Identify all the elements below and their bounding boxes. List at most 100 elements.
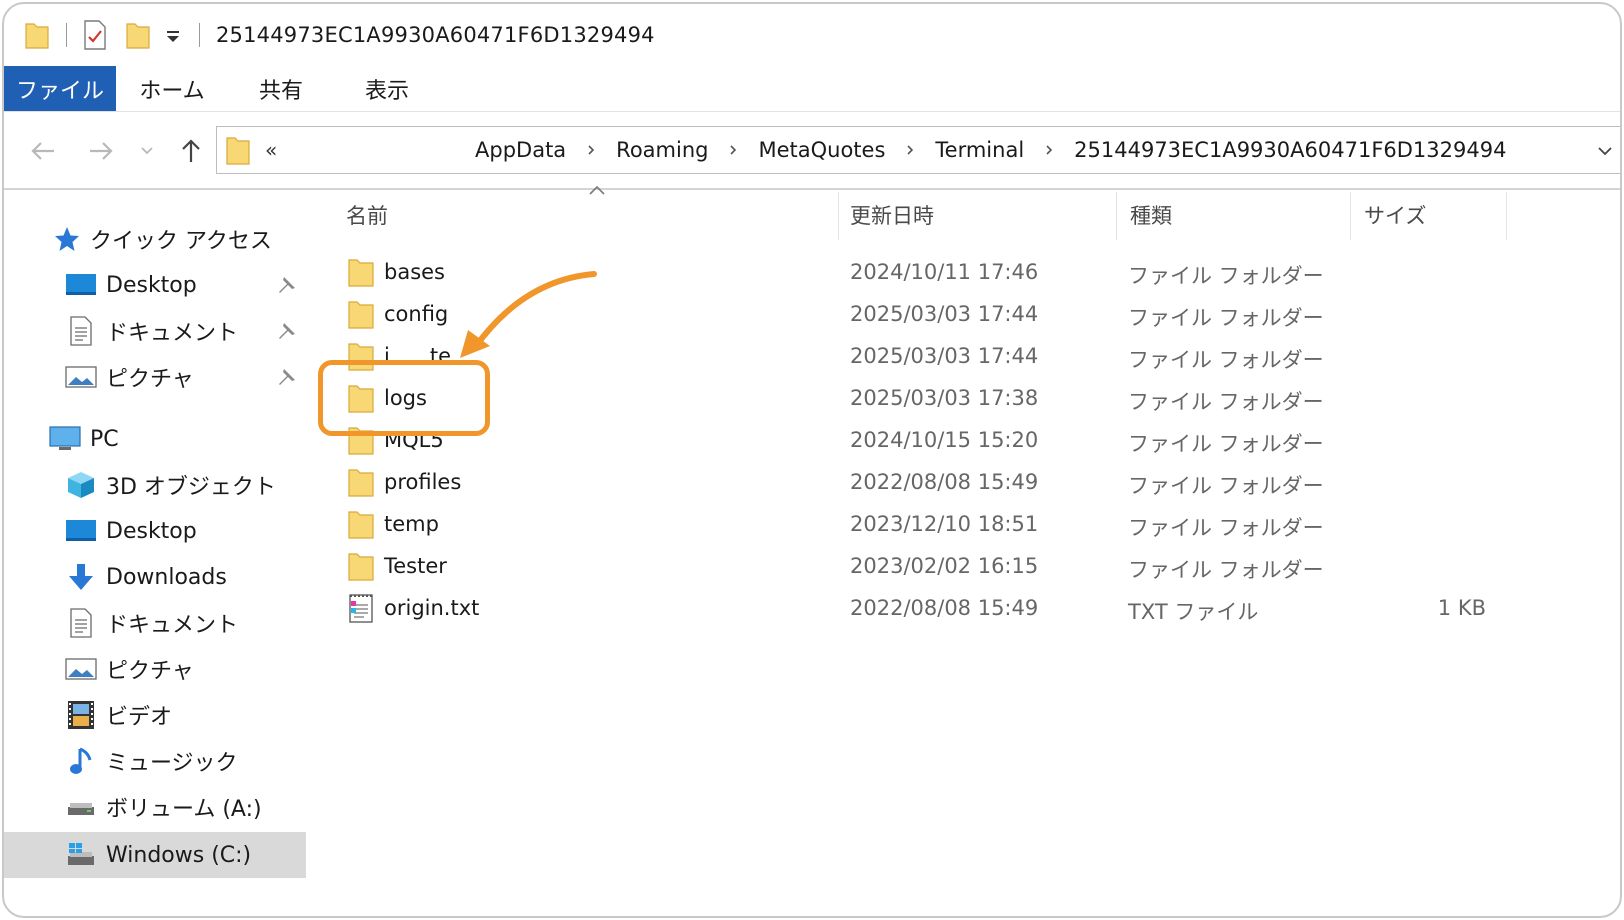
file-date: 2022/08/08 15:49 — [850, 596, 1039, 620]
file-date: 2024/10/15 15:20 — [850, 428, 1039, 452]
folder-icon — [348, 553, 374, 581]
download-icon — [64, 562, 98, 592]
sidebar-item-windows-c[interactable]: Windows (C:) — [4, 832, 306, 878]
toolbar-divider — [66, 23, 67, 47]
logs-folder-highlight — [318, 360, 490, 436]
file-row[interactable]: Tester 2023/02/02 16:15 ファイル フォルダー — [344, 546, 1504, 586]
chevron-right-icon[interactable] — [726, 143, 740, 157]
file-row[interactable]: origin.txt 2022/08/08 15:49 TXT ファイル 1 K… — [344, 588, 1504, 628]
folder-icon — [348, 259, 374, 287]
sidebar-item-desktop-pc[interactable]: Desktop — [4, 508, 306, 554]
video-icon — [64, 700, 98, 730]
column-divider[interactable] — [1116, 192, 1117, 240]
chevron-right-icon[interactable] — [584, 143, 598, 157]
forward-button[interactable] — [84, 134, 118, 168]
column-header-date[interactable]: 更新日時 — [850, 192, 1110, 238]
file-size: 1 KB — [1437, 596, 1486, 620]
recent-locations-button[interactable] — [134, 134, 160, 168]
back-button[interactable] — [26, 134, 60, 168]
arrow-left-icon — [31, 142, 54, 160]
tab-share[interactable]: 共有 — [228, 66, 334, 111]
file-type: ファイル フォルダー — [1128, 516, 1324, 540]
sidebar-item-3d-objects[interactable]: 3D オブジェクト — [4, 462, 306, 508]
file-name: temp — [384, 512, 439, 536]
file-date: 2023/12/10 18:51 — [850, 512, 1039, 536]
column-divider[interactable] — [838, 192, 839, 240]
file-date: 2025/03/03 17:44 — [850, 344, 1039, 368]
tab-file[interactable]: ファイル — [4, 66, 116, 111]
pictures-icon — [64, 654, 98, 684]
up-button[interactable] — [174, 134, 208, 168]
navigation-bar: « AppData Roaming MetaQuotes Terminal 25… — [4, 112, 1620, 190]
file-row[interactable]: MQL5 2024/10/15 15:20 ファイル フォルダー — [344, 420, 1504, 460]
sidebar-item-pictures[interactable]: ピクチャ — [4, 354, 306, 400]
breadcrumb-roaming[interactable]: Roaming — [616, 138, 708, 162]
pictures-icon — [64, 362, 98, 392]
chevron-down-icon — [141, 147, 153, 155]
column-header-size[interactable]: サイズ — [1364, 192, 1504, 238]
chevron-right-icon[interactable] — [903, 143, 917, 157]
sidebar-item-desktop[interactable]: Desktop — [4, 262, 306, 308]
sidebar-item-music[interactable]: ミュージック — [4, 738, 306, 784]
file-date: 2025/03/03 17:44 — [850, 302, 1039, 326]
file-type: ファイル フォルダー — [1128, 558, 1324, 582]
sidebar-item-label: ドキュメント — [106, 613, 239, 638]
file-date: 2024/10/11 17:46 — [850, 260, 1039, 284]
file-row-logs[interactable]: logs 2025/03/03 17:38 ファイル フォルダー — [344, 378, 1504, 418]
breadcrumb-appdata[interactable]: AppData — [475, 138, 566, 162]
properties-icon[interactable] — [83, 19, 107, 51]
new-folder-icon[interactable] — [125, 20, 151, 50]
folder-icon — [348, 511, 374, 539]
file-date: 2025/03/03 17:38 — [850, 386, 1039, 410]
sidebar-item-pictures-pc[interactable]: ピクチャ — [4, 646, 306, 692]
address-overflow[interactable]: « — [265, 138, 475, 162]
folder-icon[interactable] — [24, 20, 50, 50]
3d-objects-icon — [64, 470, 98, 500]
sidebar-item-label: クイック アクセス — [90, 229, 272, 254]
file-type: ファイル フォルダー — [1128, 264, 1324, 288]
file-name: config — [384, 302, 449, 326]
breadcrumb-current-folder[interactable]: 25144973EC1A9930A60471F6D1329494 — [1074, 138, 1506, 162]
computer-icon — [48, 424, 82, 454]
chevron-down-icon[interactable] — [1595, 141, 1615, 161]
address-bar[interactable]: « AppData Roaming MetaQuotes Terminal 25… — [216, 126, 1620, 174]
explorer-window: 25144973EC1A9930A60471F6D1329494 ファイル ホー… — [2, 2, 1622, 918]
window-title: 25144973EC1A9930A60471F6D1329494 — [216, 23, 655, 47]
sidebar-item-documents[interactable]: ドキュメント — [4, 308, 306, 354]
sidebar-item-label: ボリューム (A:) — [106, 797, 262, 822]
tab-view[interactable]: 表示 — [334, 66, 440, 111]
column-divider[interactable] — [1350, 192, 1351, 240]
sidebar-item-pc[interactable]: PC — [4, 416, 306, 462]
column-divider[interactable] — [1506, 192, 1507, 240]
file-type: ファイル フォルダー — [1128, 432, 1324, 456]
file-type: ファイル フォルダー — [1128, 390, 1324, 414]
navigation-pane: クイック アクセス Desktop ドキュメント ピクチャ PC 3D オブジェ… — [4, 192, 306, 916]
tab-home[interactable]: ホーム — [116, 66, 228, 111]
file-date: 2022/08/08 15:49 — [850, 470, 1039, 494]
file-name: profiles — [384, 470, 462, 494]
folder-icon — [348, 469, 374, 497]
sidebar-item-volume-a[interactable]: ボリューム (A:) — [4, 784, 306, 830]
file-row[interactable]: temp 2023/12/10 18:51 ファイル フォルダー — [344, 504, 1504, 544]
sidebar-item-videos[interactable]: ビデオ — [4, 692, 306, 738]
pin-icon[interactable] — [276, 320, 298, 342]
customize-quick-access-icon[interactable] — [163, 25, 183, 45]
sidebar-item-quick-access[interactable]: クイック アクセス — [4, 216, 306, 262]
column-header-type[interactable]: 種類 — [1130, 192, 1346, 238]
column-header-name[interactable]: 名前 — [346, 192, 836, 238]
pin-icon[interactable] — [276, 366, 298, 388]
chevron-right-icon[interactable] — [1042, 143, 1056, 157]
sidebar-item-label: Desktop — [106, 272, 197, 298]
title-bar: 25144973EC1A9930A60471F6D1329494 — [4, 4, 1620, 66]
windows-drive-icon — [64, 840, 98, 870]
file-name: bases — [384, 260, 446, 284]
pin-icon[interactable] — [276, 274, 298, 296]
breadcrumb-terminal[interactable]: Terminal — [935, 138, 1024, 162]
document-icon — [64, 608, 98, 638]
file-row[interactable]: profiles 2022/08/08 15:49 ファイル フォルダー — [344, 462, 1504, 502]
sidebar-item-downloads[interactable]: Downloads — [4, 554, 306, 600]
breadcrumb-metaquotes[interactable]: MetaQuotes — [758, 138, 885, 162]
callout-arrow — [460, 271, 597, 358]
sidebar-item-label: ピクチャ — [106, 367, 194, 392]
sidebar-item-documents-pc[interactable]: ドキュメント — [4, 600, 306, 646]
